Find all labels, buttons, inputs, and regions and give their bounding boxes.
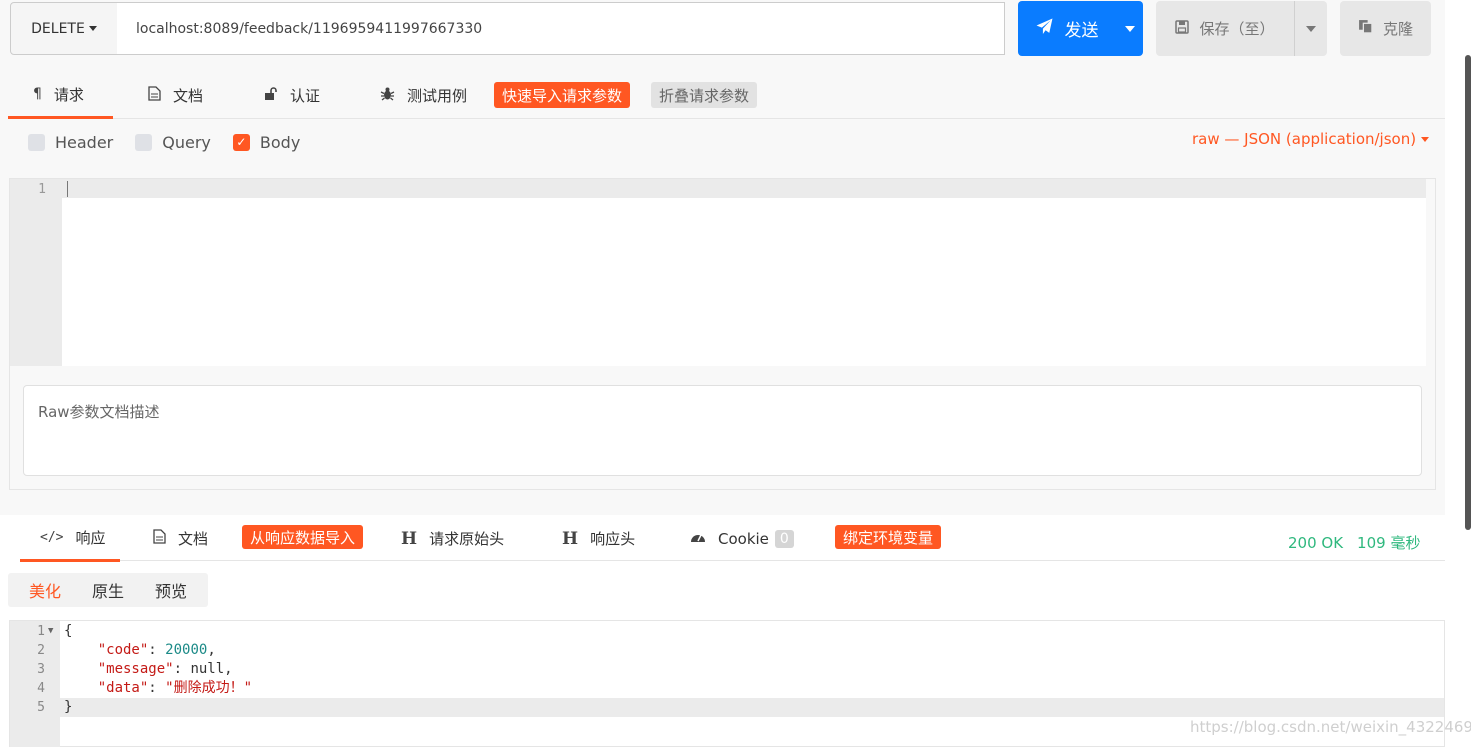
raw-type-dropdown[interactable]: raw — JSON (application/json) — [1192, 130, 1430, 148]
line-number: 5 — [37, 700, 45, 715]
tab-auth-label: 认证 — [290, 87, 321, 105]
floppy-icon — [1175, 19, 1190, 38]
send-dropdown-toggle[interactable] — [1116, 1, 1143, 56]
request-tabs: ¶ 请求 文档 认证 测试用例 快速导入请求参数 折叠请求参数 — [8, 72, 1445, 119]
import-from-response-button[interactable]: 从响应数据导入 — [242, 525, 364, 549]
response-line: 4 "data": "删除成功！" — [10, 679, 1444, 698]
tab-test-label: 测试用例 — [407, 87, 468, 105]
unlock-icon — [264, 86, 278, 105]
line-number: 2 — [37, 643, 45, 658]
cookie-count-badge: 0 — [774, 529, 794, 548]
chevron-down-icon — [1306, 25, 1316, 32]
line-number: 1 — [38, 182, 46, 197]
tab-request-headers-label: 请求原始头 — [429, 530, 505, 548]
paper-plane-icon — [1036, 18, 1053, 39]
checkbox-box — [28, 133, 45, 151]
view-mode-tabs: 美化 原生 预览 — [8, 573, 208, 607]
tab-cookie[interactable]: Cookie 0 — [690, 515, 794, 562]
chevron-down-icon — [1421, 136, 1430, 142]
response-time: 109 毫秒 — [1357, 534, 1421, 552]
raw-type-label: raw — JSON (application/json) — [1192, 130, 1417, 148]
status-code: 200 OK — [1288, 534, 1344, 552]
raw-doc-placeholder: Raw参数文档描述 — [38, 403, 160, 421]
send-button[interactable]: 发送 — [1018, 1, 1143, 56]
fold-toggle-icon[interactable]: ▼ — [48, 622, 53, 641]
collapse-params-button[interactable]: 折叠请求参数 — [651, 82, 758, 108]
tab-request-label: 请求 — [53, 85, 84, 104]
bug-icon — [380, 86, 395, 105]
quick-import-button[interactable]: 快速导入请求参数 — [494, 82, 631, 108]
tab-docs[interactable]: 文档 — [148, 72, 203, 119]
tab-request[interactable]: ¶ 请求 — [8, 72, 113, 119]
text-cursor — [67, 181, 68, 197]
body-label: Body — [259, 132, 301, 152]
scrollbar-thumb[interactable] — [1465, 55, 1471, 530]
save-button[interactable]: 保存（至） — [1156, 1, 1327, 56]
tab-response-docs[interactable]: 文档 — [153, 515, 208, 562]
tab-response-docs-label: 文档 — [178, 530, 209, 548]
pilcrow-icon: ¶ — [33, 86, 42, 102]
view-preview[interactable]: 预览 — [155, 578, 187, 602]
request-body-editor-container: 1 Raw参数文档描述 — [9, 178, 1436, 490]
url-input[interactable]: localhost:8089/feedback/1196959411997667… — [117, 2, 1005, 55]
save-dropdown-toggle[interactable] — [1295, 1, 1327, 56]
response-line: 2 "code": 20000, — [10, 641, 1444, 660]
url-value: localhost:8089/feedback/1196959411997667… — [136, 20, 483, 37]
tab-response-label: 响应 — [75, 528, 106, 547]
heading-icon: H — [562, 528, 579, 549]
code-icon: </> — [40, 529, 64, 545]
code-text: "code": 20000, — [97, 642, 216, 658]
tab-response-headers-label: 响应头 — [590, 530, 636, 548]
chevron-down-icon — [88, 26, 97, 31]
code-text: "message": null, — [97, 661, 233, 677]
line-number: 3 — [37, 662, 45, 677]
method-label: DELETE — [31, 20, 85, 37]
view-raw[interactable]: 原生 — [92, 578, 124, 602]
body-checkbox[interactable]: ✓ Body — [232, 132, 301, 152]
copy-icon — [1358, 19, 1373, 38]
watermark: https://blog.csdn.net/weixin_43224694 — [1190, 718, 1471, 736]
send-label: 发送 — [1064, 21, 1099, 41]
tab-request-headers[interactable]: H 请求原始头 — [401, 515, 504, 562]
chevron-down-icon — [1124, 25, 1135, 32]
clone-button[interactable]: 克隆 — [1340, 1, 1431, 56]
tab-response-headers[interactable]: H 响应头 — [562, 515, 635, 562]
raw-doc-description-input[interactable]: Raw参数文档描述 — [23, 385, 1422, 476]
document-icon — [148, 86, 161, 105]
tab-test[interactable]: 测试用例 — [380, 72, 467, 119]
query-checkbox[interactable]: Query — [135, 133, 211, 152]
tab-cookie-label: Cookie — [718, 529, 769, 548]
response-line: 1 ▼ { — [10, 622, 1444, 641]
tab-docs-label: 文档 — [173, 87, 204, 105]
view-pretty[interactable]: 美化 — [29, 578, 61, 602]
active-line — [62, 179, 1426, 198]
response-line: 5} — [10, 698, 1444, 717]
bind-env-button[interactable]: 绑定环境变量 — [835, 525, 942, 549]
save-label: 保存（至） — [1199, 20, 1275, 38]
code-text: { — [64, 623, 73, 639]
code-text: "data": "删除成功！" — [97, 680, 253, 696]
param-type-checkboxes: Header Query ✓ Body — [28, 128, 322, 156]
header-label: Header — [55, 132, 114, 152]
document-icon — [153, 529, 166, 548]
heading-icon: H — [401, 528, 418, 549]
header-checkbox[interactable]: Header — [28, 133, 113, 152]
code-text: } — [64, 699, 73, 715]
dashboard-icon — [690, 530, 706, 548]
tab-auth[interactable]: 认证 — [264, 72, 320, 119]
editor-gutter: 1 — [10, 179, 62, 366]
clone-label: 克隆 — [1382, 20, 1413, 38]
checkbox-box — [135, 133, 153, 151]
tab-response[interactable]: </> 响应 — [20, 515, 120, 562]
response-line: 3 "message": null, — [10, 660, 1444, 679]
request-body-editor[interactable] — [62, 198, 1426, 366]
response-status: 200 OK 109 毫秒 — [1288, 532, 1434, 553]
check-icon: ✓ — [232, 133, 250, 151]
line-number: 4 — [37, 681, 45, 696]
response-tabs: </> 响应 文档 从响应数据导入 H 请求原始头 H 响应头 Cookie 0… — [20, 515, 1445, 562]
scrollbar-track[interactable] — [1445, 0, 1471, 747]
query-label: Query — [162, 132, 211, 152]
line-number: 1 — [37, 624, 45, 639]
method-dropdown[interactable]: DELETE — [10, 2, 118, 55]
